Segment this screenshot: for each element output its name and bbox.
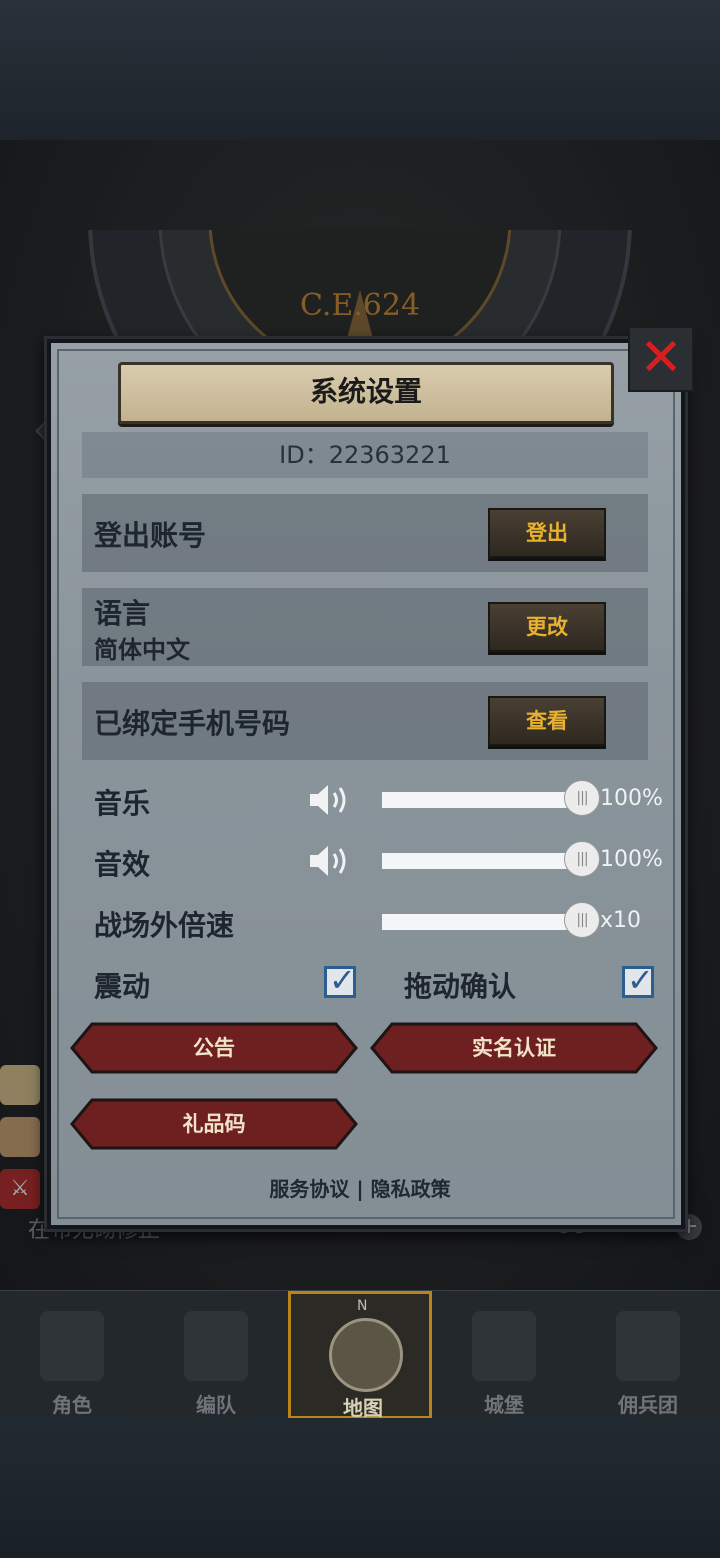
speed-slider[interactable]: |||	[382, 902, 600, 938]
realname-verify-label: 实名认证	[472, 1036, 556, 1060]
sfx-slider-knob[interactable]: |||	[564, 841, 600, 877]
close-button[interactable]: ✕	[628, 326, 694, 392]
gift-code-label: 礼品码	[182, 1112, 246, 1136]
speed-slider-knob[interactable]: |||	[564, 902, 600, 938]
compass-map-icon	[329, 1318, 403, 1392]
sfx-speaker-icon[interactable]	[306, 841, 354, 881]
language-label: 语言	[94, 597, 151, 630]
nav-label: 角色	[52, 1393, 92, 1417]
dialog-title-plate: 系统设置	[118, 362, 614, 424]
music-slider-knob[interactable]: |||	[564, 780, 600, 816]
drag-confirm-checkbox[interactable]: ✓	[622, 961, 654, 999]
speed-slider-fill	[382, 914, 582, 930]
drag-confirm-label: 拖动确认	[404, 970, 517, 1003]
nav-label: 地图	[343, 1396, 383, 1420]
banner-icon	[616, 1311, 680, 1381]
sfx-slider[interactable]: |||	[382, 841, 600, 877]
sfx-slider-fill	[382, 853, 582, 869]
logout-button[interactable]: 登出	[488, 508, 606, 558]
logout-row: 登出账号 登出	[82, 494, 648, 572]
checkmark-icon: ✓	[329, 961, 356, 999]
checkmark-icon: ✓	[627, 961, 654, 999]
logout-label: 登出账号	[94, 519, 207, 552]
user-id: ID：22363221	[82, 432, 648, 478]
speed-label: 战场外倍速	[94, 909, 235, 942]
nav-label: 城堡	[484, 1393, 524, 1417]
vibration-checkbox[interactable]: ✓	[324, 961, 356, 999]
nav-item-character[interactable]: 角色	[0, 1291, 144, 1419]
vibration-label: 震动	[94, 970, 151, 1003]
privacy-link[interactable]: 隐私政策	[371, 1177, 451, 1201]
top-safe-area	[0, 0, 720, 140]
helmet-icon	[184, 1311, 248, 1381]
compass-north-label: N	[357, 1298, 368, 1314]
nav-label: 编队	[196, 1393, 236, 1417]
phone-row: 已绑定手机号码 查看	[82, 682, 648, 760]
music-value: 100%	[600, 786, 663, 811]
realname-verify-button[interactable]: 实名认证	[370, 1022, 658, 1074]
castle-icon	[472, 1311, 536, 1381]
sfx-value: 100%	[600, 847, 663, 872]
knight-icon	[40, 1311, 104, 1381]
nav-item-mercenary[interactable]: 佣兵团	[576, 1291, 720, 1419]
nav-item-map[interactable]: N 地图	[288, 1291, 432, 1420]
view-phone-button[interactable]: 查看	[488, 696, 606, 746]
dialog-title: 系统设置	[309, 375, 422, 408]
announcement-label: 公告	[193, 1036, 235, 1060]
nav-label: 佣兵团	[618, 1393, 678, 1417]
footer-links: 服务协议 | 隐私政策	[0, 1173, 720, 1202]
language-value: 简体中文	[94, 636, 190, 664]
change-language-button[interactable]: 更改	[488, 602, 606, 652]
bottom-safe-area	[0, 1418, 720, 1558]
speed-value: x10	[600, 908, 642, 933]
announcement-button[interactable]: 公告	[70, 1022, 358, 1074]
music-slider-fill	[382, 792, 582, 808]
music-slider[interactable]: |||	[382, 780, 600, 816]
close-icon: ✕	[639, 328, 683, 388]
terms-link[interactable]: 服务协议	[269, 1177, 349, 1201]
bottom-nav: 角色 编队 N 地图 城堡 佣兵团	[0, 1290, 720, 1420]
sfx-label: 音效	[94, 848, 151, 881]
nav-item-formation[interactable]: 编队	[144, 1291, 288, 1419]
gift-code-button[interactable]: 礼品码	[70, 1098, 358, 1150]
footer-separator: |	[356, 1177, 364, 1201]
bound-phone-label: 已绑定手机号码	[94, 707, 291, 740]
nav-item-castle[interactable]: 城堡	[432, 1291, 576, 1419]
language-row: 语言 简体中文 更改	[82, 588, 648, 666]
music-speaker-icon[interactable]	[306, 780, 354, 820]
music-label: 音乐	[94, 787, 151, 820]
